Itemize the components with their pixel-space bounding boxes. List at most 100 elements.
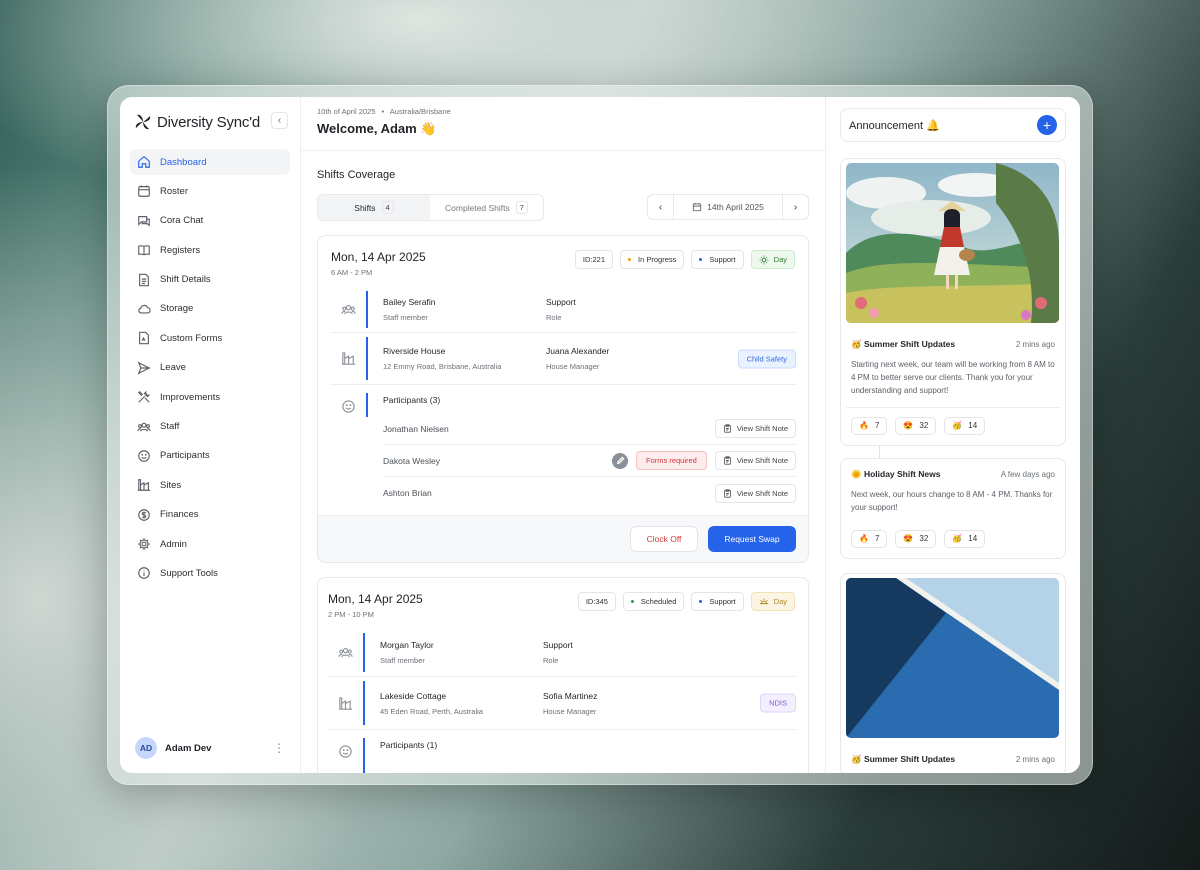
calendar-icon	[692, 202, 702, 212]
tabs-row: Shifts 4 Completed Shifts 7 ‹ 14th April…	[317, 194, 809, 221]
sunrise-icon	[759, 598, 768, 604]
form-icon	[136, 330, 152, 346]
participants-list: Participants (3) Jonathan Nielsen View S…	[368, 385, 796, 509]
status-dot	[630, 600, 634, 603]
count-badge: 4	[381, 201, 394, 214]
reaction-party-button[interactable]: 🥳 14	[944, 416, 986, 435]
sidebar-item-support-tools[interactable]: Support Tools	[130, 560, 290, 586]
tab-label: Shifts	[354, 202, 376, 213]
status-label: In Progress	[638, 255, 677, 264]
cloud-icon	[136, 301, 152, 317]
announcement-body: Next week, our hours change to 8 AM - 4 …	[851, 489, 1053, 512]
more-vertical-icon[interactable]: ⋮	[273, 741, 285, 755]
reaction-fire-button[interactable]: 🔥 7	[851, 529, 888, 548]
view-shift-note-button[interactable]: View Shift Note	[714, 451, 796, 470]
request-swap-button[interactable]: Request Swap	[708, 526, 796, 552]
next-day-button[interactable]: ›	[783, 195, 808, 219]
shift-date: Mon, 14 Apr 2025	[331, 250, 426, 264]
reaction-count: 14	[968, 534, 978, 544]
building-icon	[330, 333, 366, 384]
sidebar-item-storage[interactable]: Storage	[130, 296, 290, 322]
brand[interactable]: Diversity Sync'd	[133, 109, 290, 135]
collapse-sidebar-button[interactable]: ‹	[271, 112, 288, 129]
tools-icon	[136, 389, 152, 405]
button-label: View Shift Note	[736, 424, 788, 433]
status-badge: In Progress	[620, 250, 685, 269]
coverage-section: Shifts Coverage Shifts 4 Completed Shift…	[301, 151, 825, 773]
sidebar-item-label: Shift Details	[160, 274, 211, 286]
clipboard-icon	[723, 424, 731, 433]
sidebar-item-registers[interactable]: Registers	[130, 237, 290, 263]
shift-date: Mon, 14 Apr 2025	[328, 592, 423, 606]
sidebar-item-custom-forms[interactable]: Custom Forms	[130, 325, 290, 351]
announcement-card[interactable]: 🥳 Summer Shift Updates 2 mins ago Starti…	[840, 158, 1066, 446]
clock-off-button[interactable]: Clock Off	[630, 526, 698, 552]
sidebar-item-sites[interactable]: Sites	[130, 472, 290, 498]
sidebar-item-finances[interactable]: Finances	[130, 502, 290, 528]
date-picker-button[interactable]: 14th April 2025	[673, 195, 783, 219]
sidebar-item-dashboard[interactable]: Dashboard	[130, 149, 290, 175]
main-content: 10th of April 2025 • Australia/Brisbane …	[301, 97, 826, 773]
sidebar-item-admin[interactable]: Admin	[130, 531, 290, 557]
sidebar-item-label: Storage	[160, 303, 194, 315]
sidebar-item-leave[interactable]: Leave	[130, 355, 290, 381]
announcement-card[interactable]: 🥳 Summer Shift Updates 2 mins ago	[840, 572, 1066, 773]
sidebar-item-staff[interactable]: Staff	[130, 414, 290, 440]
header-meta: 10th of April 2025 • Australia/Brisbane	[317, 107, 809, 116]
tab-shifts[interactable]: Shifts 4	[318, 195, 430, 220]
site-row: Lakeside Cottage 45 Eden Road, Perth, Aus…	[327, 677, 796, 730]
announcement-card[interactable]: 🌞 Holiday Shift News A few days ago Next…	[840, 457, 1066, 559]
edit-icon[interactable]	[612, 452, 628, 469]
sidebar-item-participants[interactable]: Participants	[130, 443, 290, 469]
site-tag: NDIS	[760, 693, 796, 713]
reaction-count: 7	[874, 534, 880, 544]
reaction-heart-eyes-button[interactable]: 😍 32	[895, 416, 937, 435]
site-tag: Child Safety	[737, 349, 796, 368]
shift-time: 2 PM - 10 PM	[328, 610, 374, 619]
announcement-header: 🥳 Summer Shift Updates 2 mins ago	[846, 754, 1060, 765]
staff-info: Bailey Serafin Staff member Support Role	[368, 287, 796, 332]
tab-completed-shifts[interactable]: Completed Shifts 7	[430, 195, 543, 220]
sidebar-item-cora-chat[interactable]: Cora Chat	[130, 208, 290, 234]
announcement-image	[846, 163, 1059, 323]
participants-section: Participants (1)	[327, 730, 796, 773]
view-shift-note-button[interactable]: View Shift Note	[714, 419, 796, 438]
calendar-icon	[136, 183, 152, 199]
staff-row: Morgan Taylor Staff member Support Role	[327, 629, 796, 677]
sidebar-item-improvements[interactable]: Improvements	[130, 384, 290, 410]
tab-label: Completed Shifts	[445, 202, 510, 213]
reactions: 🔥 7 😍 32 🥳 14	[846, 416, 1060, 435]
section-title: Shifts Coverage	[317, 169, 396, 181]
staff-label: Staff member	[383, 313, 428, 322]
type-dot	[699, 258, 703, 261]
period-badge: Day	[750, 250, 795, 269]
current-date: 10th of April 2025	[317, 107, 376, 116]
user-menu[interactable]: AD Adam Dev ⋮	[135, 737, 285, 759]
view-shift-note-button[interactable]: View Shift Note	[714, 483, 796, 503]
reaction-heart-eyes-button[interactable]: 😍 32	[895, 529, 937, 548]
site-address: 12 Emmy Road, Brisbane, Australia	[383, 362, 502, 371]
role-label: Role	[546, 313, 562, 322]
previous-day-button[interactable]: ‹	[648, 195, 673, 219]
reaction-fire-button[interactable]: 🔥 7	[851, 416, 888, 435]
add-announcement-button[interactable]: +	[1037, 115, 1057, 135]
site-info: Lakeside Cottage 45 Eden Road, Perth, Aus…	[365, 677, 796, 729]
sidebar-item-roster[interactable]: Roster	[130, 178, 290, 204]
sidebar-item-label: Staff	[160, 421, 180, 433]
sidebar-item-label: Finances	[160, 509, 199, 521]
timezone: Australia/Brisbane	[389, 107, 451, 116]
shift-card-header: Mon, 14 Apr 2025 2 PM - 10 PM ID:345 Sch…	[318, 578, 808, 619]
site-name: Lakeside Cottage	[380, 690, 447, 701]
reaction-count: 32	[919, 534, 929, 544]
shift-id-badge: ID:345	[577, 592, 616, 611]
announcement-time: 2 mins ago	[1015, 340, 1055, 349]
type-badge: Support	[691, 250, 744, 269]
staff-row: Bailey Serafin Staff member Support Role	[330, 287, 796, 333]
reaction-count: 32	[919, 421, 929, 431]
shift-badges: ID:345 Scheduled Support Day	[577, 592, 795, 619]
home-icon	[136, 154, 152, 170]
sidebar-item-shift-details[interactable]: Shift Details	[130, 267, 290, 293]
house-manager-name: Sofia Martinez	[543, 690, 598, 701]
reaction-party-button[interactable]: 🥳 14	[944, 529, 986, 548]
role-label: Role	[543, 656, 559, 665]
